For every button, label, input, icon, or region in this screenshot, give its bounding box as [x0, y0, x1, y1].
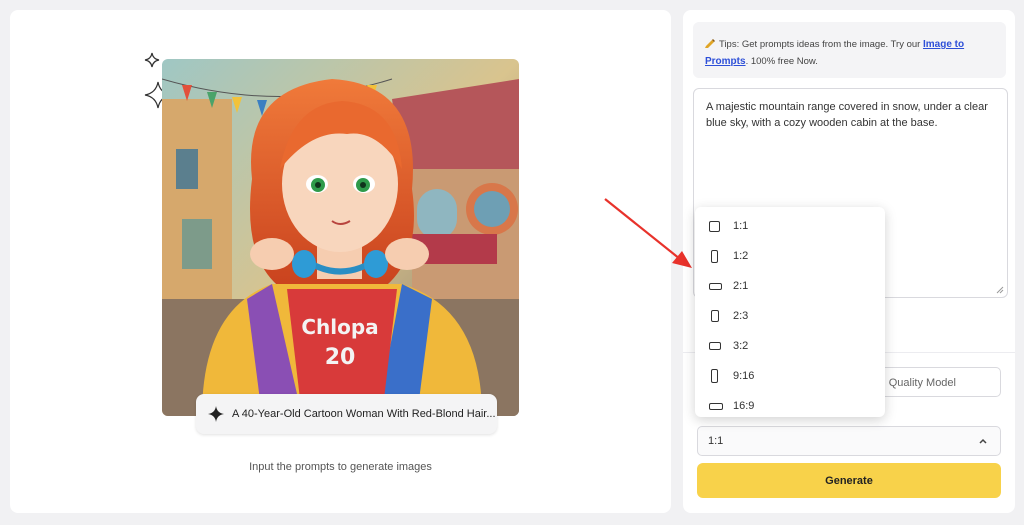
image-caption-chip[interactable]: A 40-Year-Old Cartoon Woman With Red-Blo…: [196, 394, 497, 434]
aspect-ratio-select[interactable]: 1:1: [697, 426, 1001, 456]
ratio-option-label: 1:1: [733, 220, 749, 232]
landscape-icon: [709, 282, 722, 290]
model-select-value: Quality Model: [888, 377, 956, 389]
ratio-option-label: 2:3: [733, 310, 749, 322]
image-preview-panel: Chlopa 20 A 40-Year-Old Cartoon Woman Wi…: [10, 10, 671, 513]
ratio-option[interactable]: 9:16: [695, 361, 885, 391]
shirt-text: Chlopa: [301, 315, 378, 339]
generate-button[interactable]: Generate: [697, 463, 1001, 498]
ratio-option-label: 16:9: [733, 400, 755, 412]
pencil-icon: [705, 39, 715, 48]
chevron-up-icon: [979, 438, 987, 444]
resize-handle-icon[interactable]: [996, 286, 1004, 294]
tips-prefix: Tips: Get prompts ideas from the image. …: [719, 39, 923, 50]
sparkle-icon: [208, 406, 224, 422]
ratio-option-label: 1:2: [733, 250, 749, 262]
tips-box: Tips: Get prompts ideas from the image. …: [693, 22, 1006, 78]
ratio-option-label: 2:1: [733, 280, 749, 292]
portrait-icon: [711, 249, 718, 263]
ratio-option-label: 3:2: [733, 340, 749, 352]
ratio-option[interactable]: 1:1: [695, 211, 885, 241]
aspect-ratio-dropdown: 1:1 1:2 2:1 2:3 3:2 9:16 16:9: [695, 207, 885, 417]
portrait-icon: [711, 310, 719, 322]
ratio-option[interactable]: 2:3: [695, 301, 885, 331]
square-icon: [709, 220, 720, 232]
portrait-icon: [711, 369, 718, 383]
landscape-icon: [709, 342, 721, 350]
ratio-option-label: 9:16: [733, 370, 755, 382]
shirt-number: 20: [325, 345, 356, 370]
image-caption-text: A 40-Year-Old Cartoon Woman With Red-Blo…: [232, 408, 496, 420]
landscape-icon: [709, 402, 723, 410]
tips-suffix: . 100% free Now.: [745, 56, 818, 67]
generated-image: Chlopa 20: [162, 59, 519, 416]
ratio-option[interactable]: 2:1: [695, 271, 885, 301]
ratio-option[interactable]: 16:9: [695, 391, 885, 421]
ratio-option[interactable]: 3:2: [695, 331, 885, 361]
sparkle-icon: [144, 52, 160, 68]
annotation-arrow: [604, 198, 692, 268]
aspect-ratio-value: 1:1: [708, 435, 724, 447]
prompt-text: A majestic mountain range covered in sno…: [706, 101, 988, 129]
generate-hint: Input the prompts to generate images: [249, 461, 432, 473]
ratio-option[interactable]: 1:2: [695, 241, 885, 271]
